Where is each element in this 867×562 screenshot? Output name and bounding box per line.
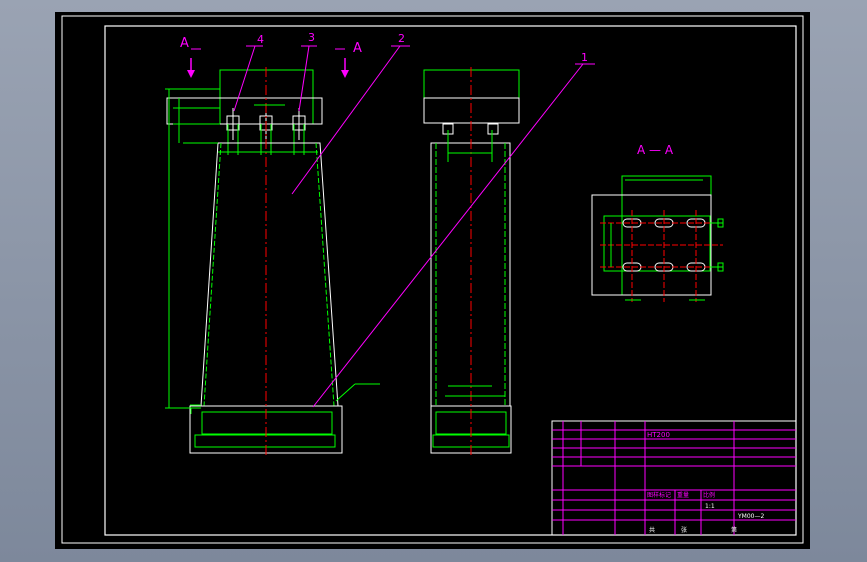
base-inner xyxy=(201,411,333,435)
section-title: A — A xyxy=(637,143,674,157)
section-mark-right: A xyxy=(353,41,362,56)
tb-name: YM00—2 xyxy=(737,513,764,520)
column-left-inner xyxy=(203,142,222,407)
tb-label-c: 比例 xyxy=(703,491,715,499)
tb-sheet-left: 共 xyxy=(649,526,655,534)
section-aa-view xyxy=(591,175,724,302)
tb-scale: 1:1 xyxy=(705,503,715,510)
drawing-canvas: A A 4 3 2 1 A — A HT200 图样标记 重量 比例 1:1 Y… xyxy=(61,15,804,544)
tb-label-b: 重量 xyxy=(677,491,689,499)
tb-material: HT200 xyxy=(647,431,670,439)
callout-4: 4 xyxy=(257,33,264,46)
front-view xyxy=(165,67,380,457)
callout-1: 1 xyxy=(581,51,588,64)
front-dimensions xyxy=(165,88,318,414)
callout-leaders xyxy=(233,45,595,408)
tb-sheet-right: 第 xyxy=(731,526,737,534)
tb-label-a: 图样标记 xyxy=(647,491,671,499)
cad-viewport[interactable]: A A 4 3 2 1 A — A HT200 图样标记 重量 比例 1:1 Y… xyxy=(55,12,810,549)
outer-border xyxy=(61,15,804,544)
column-right-inner xyxy=(315,142,335,407)
section-outer xyxy=(621,175,712,296)
base-footing xyxy=(194,434,336,448)
section-arrows xyxy=(187,48,349,78)
section-mark-left: A xyxy=(180,36,189,51)
weld-leader xyxy=(335,383,356,402)
callout-2: 2 xyxy=(398,32,405,45)
tb-sheet-mid: 张 xyxy=(681,526,687,534)
column-body xyxy=(200,142,339,407)
callout-3: 3 xyxy=(308,31,315,44)
side-view xyxy=(423,67,520,457)
